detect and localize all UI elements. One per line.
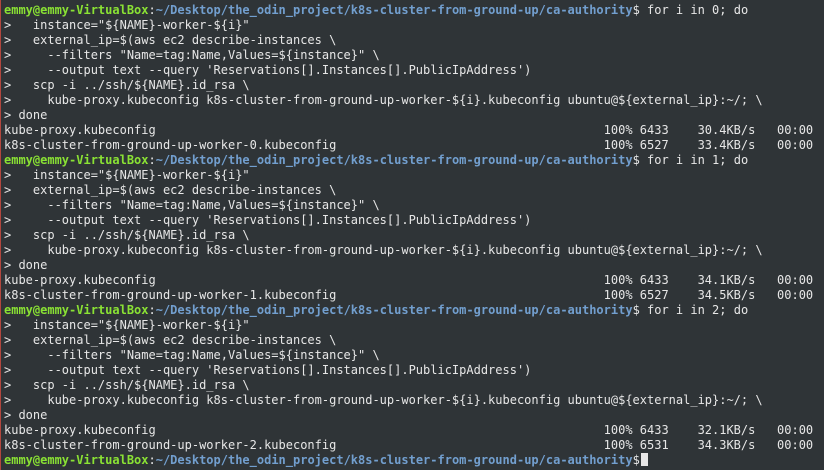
command-text: for i in 1; do: [639, 153, 749, 167]
prompt-path: ~/Desktop/the_odin_project/k8s-cluster-f…: [155, 153, 633, 167]
prompt-symbol: $: [632, 453, 640, 467]
output-line: > kube-proxy.kubeconfig k8s-cluster-from…: [4, 93, 763, 107]
prompt-separator: :: [148, 303, 156, 317]
output-line: > instance="${NAME}-worker-${i}": [4, 18, 250, 32]
output-line: > external_ip=$(aws ec2 describe-instanc…: [4, 333, 337, 347]
transfer-line: k8s-cluster-from-ground-up-worker-2.kube…: [4, 438, 814, 452]
prompt-line: emmy@emmy-VirtualBox:~/Desktop/the_odin_…: [4, 153, 748, 168]
output-line: > done: [4, 408, 48, 422]
prompt-symbol: $: [632, 303, 640, 317]
transfer-line: kube-proxy.kubeconfig 100% 6433 32.1KB/s…: [4, 423, 814, 437]
prompt-user: emmy@emmy-VirtualBox: [4, 303, 149, 317]
prompt-separator: :: [148, 153, 156, 167]
output-line: > kube-proxy.kubeconfig k8s-cluster-from…: [4, 243, 763, 257]
output-line: > scp -i ../ssh/${NAME}.id_rsa \: [4, 78, 250, 92]
output-line: > --filters "Name=tag:Name,Values=${inst…: [4, 348, 380, 362]
transfer-line: k8s-cluster-from-ground-up-worker-0.kube…: [4, 138, 814, 152]
output-line: > --output text --query 'Reservations[].…: [4, 363, 532, 377]
window-edge: [0, 0, 1, 470]
output-line: > external_ip=$(aws ec2 describe-instanc…: [4, 183, 337, 197]
prompt-path: ~/Desktop/the_odin_project/k8s-cluster-f…: [155, 303, 633, 317]
command-text: for i in 2; do: [639, 303, 749, 317]
output-line: > scp -i ../ssh/${NAME}.id_rsa \: [4, 228, 250, 242]
output-line: > instance="${NAME}-worker-${i}": [4, 318, 250, 332]
prompt-symbol: $: [632, 153, 640, 167]
transfer-line: kube-proxy.kubeconfig 100% 6433 30.4KB/s…: [4, 123, 814, 137]
prompt-line: emmy@emmy-VirtualBox:~/Desktop/the_odin_…: [4, 303, 748, 318]
prompt-line[interactable]: emmy@emmy-VirtualBox:~/Desktop/the_odin_…: [4, 453, 648, 468]
output-line: > done: [4, 108, 48, 122]
prompt-path: ~/Desktop/the_odin_project/k8s-cluster-f…: [155, 453, 633, 467]
output-line: > scp -i ../ssh/${NAME}.id_rsa \: [4, 378, 250, 392]
transfer-line: k8s-cluster-from-ground-up-worker-1.kube…: [4, 288, 814, 302]
command-text: for i in 0; do: [639, 3, 749, 17]
prompt-line: emmy@emmy-VirtualBox:~/Desktop/the_odin_…: [4, 3, 748, 18]
output-line: > instance="${NAME}-worker-${i}": [4, 168, 250, 182]
output-line: > external_ip=$(aws ec2 describe-instanc…: [4, 33, 337, 47]
prompt-user: emmy@emmy-VirtualBox: [4, 153, 149, 167]
prompt-separator: :: [148, 453, 156, 467]
prompt-user: emmy@emmy-VirtualBox: [4, 3, 149, 17]
prompt-path: ~/Desktop/the_odin_project/k8s-cluster-f…: [155, 3, 633, 17]
output-line: > --filters "Name=tag:Name,Values=${inst…: [4, 48, 380, 62]
output-line: > --filters "Name=tag:Name,Values=${inst…: [4, 198, 380, 212]
text-cursor[interactable]: [640, 453, 648, 466]
prompt-symbol: $: [632, 3, 640, 17]
output-line: > kube-proxy.kubeconfig k8s-cluster-from…: [4, 393, 763, 407]
output-line: > done: [4, 258, 48, 272]
output-line: > --output text --query 'Reservations[].…: [4, 63, 532, 77]
terminal-window[interactable]: emmy@emmy-VirtualBox:~/Desktop/the_odin_…: [0, 0, 824, 470]
prompt-separator: :: [148, 3, 156, 17]
prompt-user: emmy@emmy-VirtualBox: [4, 453, 149, 467]
transfer-line: kube-proxy.kubeconfig 100% 6433 34.1KB/s…: [4, 273, 814, 287]
output-line: > --output text --query 'Reservations[].…: [4, 213, 532, 227]
